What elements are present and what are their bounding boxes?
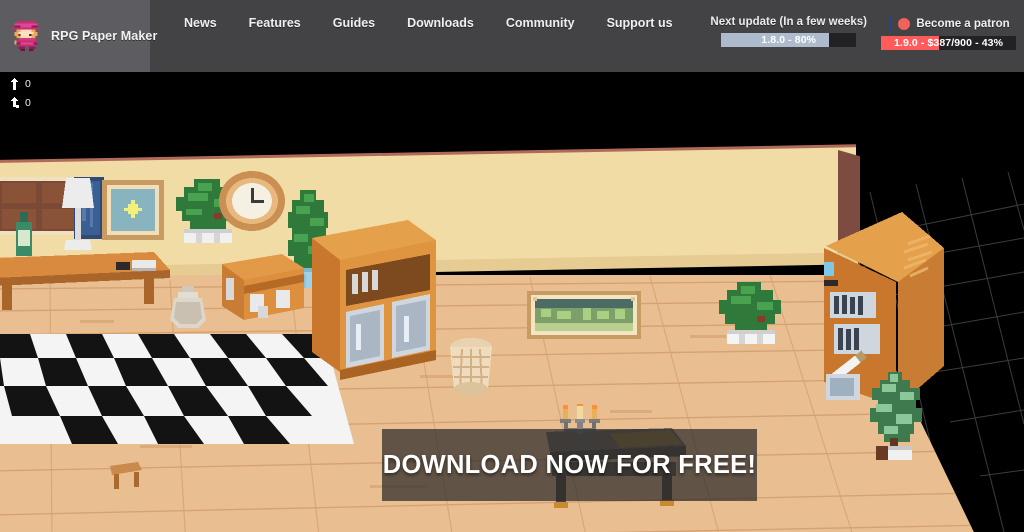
hero-scene: 0 0 DOWNLOAD NOW FOR FREE! bbox=[0, 72, 1024, 532]
counter-shares-value: 0 bbox=[25, 96, 31, 109]
counter-upvotes-value: 0 bbox=[25, 77, 31, 90]
patron-label: Become a patron bbox=[916, 17, 1010, 30]
patron-progress-bar: 1.9.0 - $387/900 - 43% bbox=[881, 36, 1016, 50]
prop-books-desk bbox=[116, 258, 158, 276]
witch-avatar-icon bbox=[10, 19, 44, 53]
page-root: RPG Paper Maker News Features Guides Dow… bbox=[0, 0, 1024, 532]
prop-wall-clock bbox=[218, 170, 286, 232]
download-now-banner[interactable]: DOWNLOAD NOW FOR FREE! bbox=[382, 429, 757, 501]
prop-potted-plant-right bbox=[713, 282, 789, 346]
header-status-area: Next update (In a few weeks) 1.8.0 - 80%… bbox=[710, 0, 1024, 72]
prop-lamp bbox=[60, 178, 96, 258]
nav-item-features[interactable]: Features bbox=[233, 0, 317, 46]
prop-chest bbox=[220, 250, 306, 330]
prop-stool bbox=[108, 462, 144, 492]
site-header: RPG Paper Maker News Features Guides Dow… bbox=[0, 0, 1024, 72]
checkerboard-floor bbox=[0, 334, 354, 444]
patron-progress-text: 1.9.0 - $387/900 - 43% bbox=[893, 37, 1004, 49]
update-progress-bar: 1.8.0 - 80% bbox=[721, 33, 857, 47]
nav-item-support-us[interactable]: Support us bbox=[591, 0, 689, 46]
scene-counters: 0 0 bbox=[10, 74, 31, 112]
prop-basket bbox=[448, 337, 494, 399]
counter-shares[interactable]: 0 bbox=[10, 93, 31, 112]
brand-home-link[interactable]: RPG Paper Maker bbox=[0, 0, 157, 72]
nav-item-news[interactable]: News bbox=[168, 0, 233, 46]
nav-item-downloads[interactable]: Downloads bbox=[391, 0, 490, 46]
update-progress-text: 1.8.0 - 80% bbox=[761, 34, 817, 46]
prop-bookshelf-left bbox=[312, 220, 436, 380]
counter-upvotes[interactable]: 0 bbox=[10, 74, 31, 93]
arrow-up-branch-icon bbox=[11, 96, 19, 108]
next-update-block: Next update (In a few weeks) 1.8.0 - 80% bbox=[710, 16, 867, 47]
prop-framed-landscape bbox=[527, 291, 641, 339]
patron-block: Become a patron 1.9.0 - $387/900 - 43% bbox=[881, 16, 1016, 50]
prop-bottle bbox=[12, 212, 40, 264]
patron-accent-bar-icon bbox=[889, 16, 893, 31]
nav-item-guides[interactable]: Guides bbox=[317, 0, 391, 46]
become-a-patron-link[interactable]: Become a patron bbox=[887, 16, 1010, 31]
prop-tree bbox=[862, 372, 930, 462]
prop-framed-picture-small bbox=[102, 180, 164, 240]
room-scene: 0 0 DOWNLOAD NOW FOR FREE! bbox=[0, 72, 1024, 532]
patreon-dot-icon bbox=[898, 17, 911, 30]
brand-title: RPG Paper Maker bbox=[51, 29, 158, 43]
download-banner-label: DOWNLOAD NOW FOR FREE! bbox=[382, 450, 757, 479]
arrow-up-icon bbox=[11, 77, 18, 90]
prop-vase bbox=[168, 286, 208, 330]
next-update-label: Next update (In a few weeks) bbox=[710, 16, 867, 28]
main-nav: News Features Guides Downloads Community… bbox=[150, 0, 689, 46]
nav-item-community[interactable]: Community bbox=[490, 0, 591, 46]
